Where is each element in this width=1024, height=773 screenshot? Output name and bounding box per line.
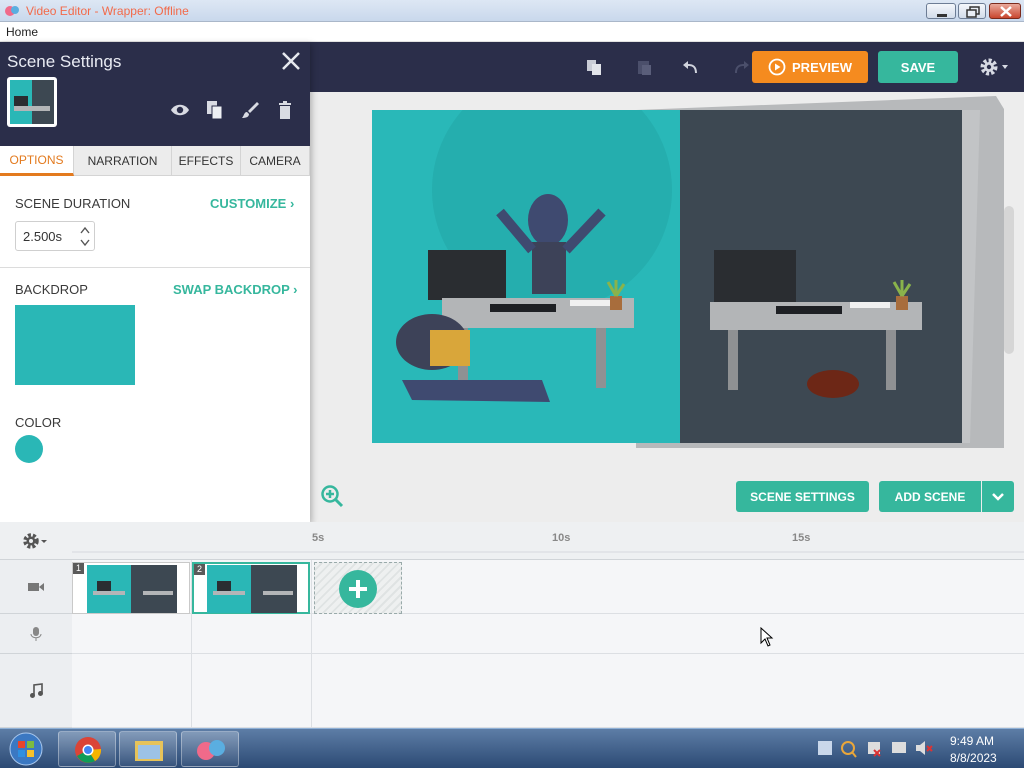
taskbar-file-explorer[interactable] xyxy=(119,731,177,767)
tick-label-10s: 10s xyxy=(552,532,571,544)
scene-settings-panel: Scene Settings OPTIONS NARRATION EFFECTS… xyxy=(0,42,310,522)
vertical-scrollbar[interactable] xyxy=(1004,206,1014,354)
tab-options-label: OPTIONS xyxy=(9,152,64,167)
voice-track-row xyxy=(72,614,1024,654)
close-icon[interactable] xyxy=(280,50,302,72)
clock-date[interactable]: 8/8/2023 xyxy=(950,751,997,765)
voice-track-header xyxy=(0,614,72,654)
clock-time[interactable]: 9:49 AM xyxy=(950,734,994,748)
backdrop-label: BACKDROP xyxy=(15,282,88,297)
music-note-icon xyxy=(30,682,43,698)
menu-bar: Home xyxy=(0,22,1024,42)
scene-settings-button[interactable]: SCENE SETTINGS xyxy=(736,481,869,512)
preview-button[interactable]: PREVIEW xyxy=(752,51,868,83)
tab-camera[interactable]: CAMERA xyxy=(241,146,310,176)
timeline-ruler: 5s 10s 15s xyxy=(0,522,1024,560)
ruler-ticks xyxy=(72,551,1024,553)
restore-button[interactable] xyxy=(958,3,986,19)
backdrop-preview[interactable] xyxy=(15,305,135,385)
panel-tabs: OPTIONS NARRATION EFFECTS CAMERA xyxy=(0,146,310,176)
timeline: 5s 10s 15s xyxy=(0,522,1024,728)
minimize-button[interactable] xyxy=(926,3,956,19)
tick-label-5s: 5s xyxy=(312,532,325,544)
scene-thumbnail xyxy=(7,77,57,127)
system-tray-icons[interactable] xyxy=(816,737,940,761)
copy-icon[interactable] xyxy=(581,54,607,80)
undo-icon[interactable] xyxy=(679,54,705,80)
mouse-cursor-icon xyxy=(760,627,774,647)
tab-effects[interactable]: EFFECTS xyxy=(172,146,241,176)
preview-label: PREVIEW xyxy=(792,59,852,75)
save-label: SAVE xyxy=(900,59,936,75)
swap-backdrop-link[interactable]: SWAP BACKDROP › xyxy=(173,282,298,297)
window-title: Video Editor - Wrapper: Offline xyxy=(26,4,189,18)
tab-effects-label: EFFECTS xyxy=(178,154,234,168)
close-window-button[interactable] xyxy=(989,3,1021,19)
color-label: COLOR xyxy=(15,415,62,430)
tab-narration-label: NARRATION xyxy=(87,154,158,168)
tab-options[interactable]: OPTIONS xyxy=(0,146,74,176)
title-bar: Video Editor - Wrapper: Offline xyxy=(0,0,1024,22)
add-scene-dropdown-button[interactable] xyxy=(982,481,1014,512)
video-camera-icon xyxy=(28,582,44,591)
microphone-icon xyxy=(30,626,42,641)
paint-brush-icon[interactable] xyxy=(241,100,261,120)
add-scene-label: ADD SCENE xyxy=(894,489,966,504)
paste-icon[interactable] xyxy=(631,54,657,80)
settings-gear-icon[interactable] xyxy=(978,55,1012,79)
app-logo-icon xyxy=(197,740,225,760)
duration-value: 2.500s xyxy=(23,229,63,244)
scene-number: 2 xyxy=(194,564,205,575)
trash-icon[interactable] xyxy=(275,100,295,120)
music-track-header xyxy=(0,654,72,728)
application-window: Video Editor - Wrapper: Offline Home PRE… xyxy=(0,0,1024,728)
duplicate-icon[interactable] xyxy=(205,100,225,120)
taskbar-video-editor[interactable] xyxy=(181,731,239,767)
scene-duration-label: SCENE DURATION xyxy=(15,196,131,211)
scene-preview-dark-office xyxy=(636,110,962,443)
chevron-down-icon xyxy=(992,492,1004,501)
timeline-scene-1[interactable]: 1 xyxy=(72,562,190,614)
chrome-icon xyxy=(75,737,102,763)
tick-label-15s: 15s xyxy=(792,532,811,544)
eye-icon[interactable] xyxy=(170,100,190,120)
panel-header: Scene Settings xyxy=(0,42,310,146)
tab-camera-label: CAMERA xyxy=(249,154,301,168)
scene-preview-teal-office xyxy=(372,110,680,443)
tab-narration[interactable]: NARRATION xyxy=(74,146,172,176)
folder-icon xyxy=(135,741,163,761)
customize-link[interactable]: CUSTOMIZE › xyxy=(210,196,294,211)
redo-icon[interactable] xyxy=(727,54,753,80)
add-scene-button[interactable]: ADD SCENE xyxy=(879,481,981,512)
timeline-scene-2-selected[interactable]: 2 xyxy=(192,562,310,614)
music-track-row xyxy=(72,654,1024,728)
swap-backdrop-label: SWAP BACKDROP xyxy=(173,282,290,297)
taskbar: 9:49 AM 8/8/2023 xyxy=(0,728,1024,768)
save-button[interactable]: SAVE xyxy=(878,51,958,83)
scene-divider xyxy=(311,560,312,728)
app-logo-icon xyxy=(5,6,19,16)
color-picker-swatch[interactable] xyxy=(15,435,43,463)
decrement-arrow-icon[interactable] xyxy=(79,238,91,248)
scene-number: 1 xyxy=(73,563,84,574)
start-button-icon[interactable] xyxy=(4,731,48,767)
zoom-in-icon[interactable] xyxy=(320,484,344,508)
panel-title: Scene Settings xyxy=(7,52,122,71)
scene-settings-label: SCENE SETTINGS xyxy=(750,489,855,504)
play-circle-icon xyxy=(768,58,786,76)
video-track-header xyxy=(0,560,72,614)
scene-duration-input[interactable]: 2.500s xyxy=(15,221,95,251)
menu-home[interactable]: Home xyxy=(6,25,38,39)
timeline-add-scene[interactable] xyxy=(314,562,402,614)
customize-label: CUSTOMIZE xyxy=(210,196,287,211)
increment-arrow-icon[interactable] xyxy=(79,225,91,235)
add-scene-plus-icon[interactable] xyxy=(339,570,377,608)
section-divider xyxy=(0,267,310,268)
taskbar-chrome[interactable] xyxy=(58,731,116,767)
